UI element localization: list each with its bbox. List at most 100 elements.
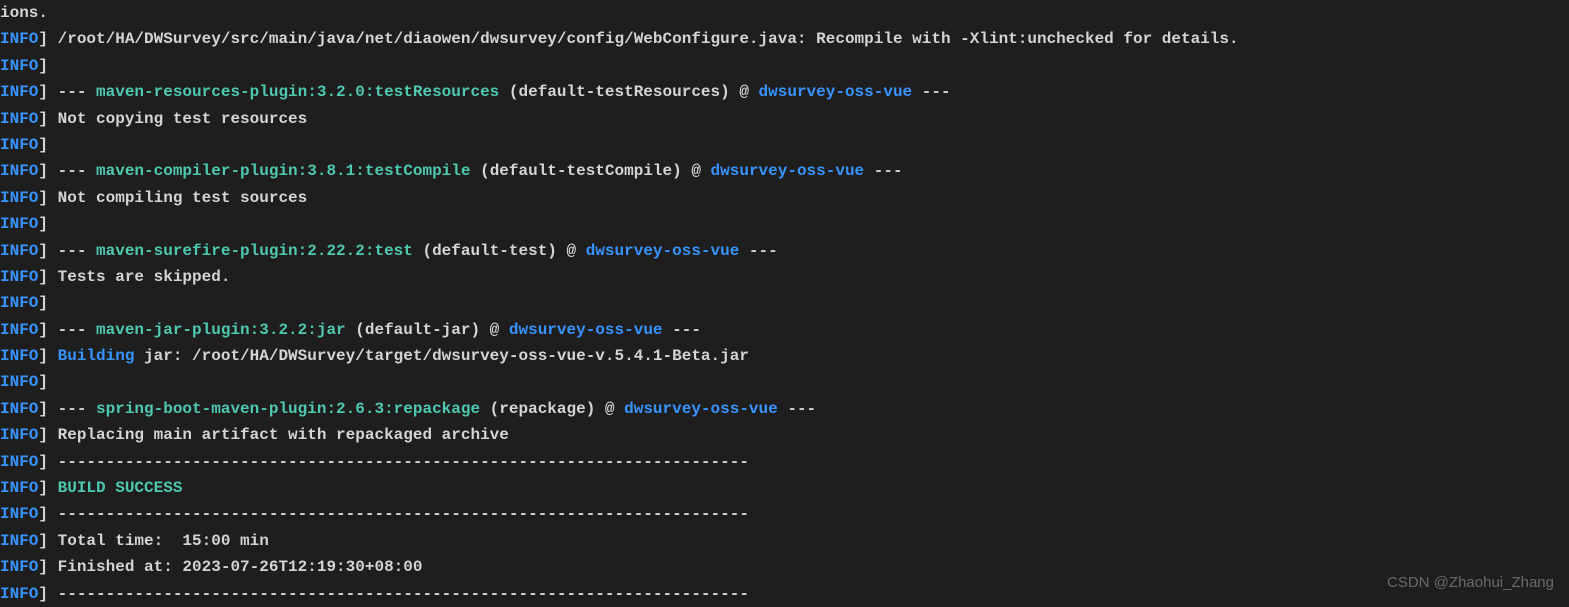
bracket: ] — [38, 426, 57, 444]
total-time: Total time: 15:00 min — [58, 532, 269, 550]
log-level-info: INFO — [0, 479, 38, 497]
log-level-info: INFO — [0, 30, 38, 48]
finished-at: Finished at: 2023-07-26T12:19:30+08:00 — [58, 558, 423, 576]
goal-text: (default-testCompile) @ — [470, 162, 710, 180]
bracket: ] — [38, 136, 48, 154]
dashes: --- — [58, 83, 96, 101]
plugin-name: maven-surefire-plugin:2.22.2:test — [96, 242, 413, 260]
log-line: INFO] — [0, 290, 1569, 316]
log-line: INFO] Building jar: /root/HA/DWSurvey/ta… — [0, 343, 1569, 369]
log-level-info: INFO — [0, 453, 38, 471]
log-line: INFO] — [0, 369, 1569, 395]
log-line: INFO] Not copying test resources — [0, 106, 1569, 132]
log-text: Tests are skipped. — [58, 268, 231, 286]
log-text: Replacing main artifact with repackaged … — [58, 426, 509, 444]
dashes: --- — [663, 321, 701, 339]
plugin-name: maven-jar-plugin:3.2.2:jar — [96, 321, 346, 339]
log-level-info: INFO — [0, 347, 38, 365]
bracket: ] — [38, 294, 48, 312]
log-line: INFO] BUILD SUCCESS — [0, 475, 1569, 501]
log-level-info: INFO — [0, 558, 38, 576]
log-line: INFO] Replacing main artifact with repac… — [0, 422, 1569, 448]
dashes: --- — [739, 242, 777, 260]
log-level-info: INFO — [0, 505, 38, 523]
log-line: INFO] ----------------------------------… — [0, 501, 1569, 527]
log-line: INFO] --- spring-boot-maven-plugin:2.6.3… — [0, 396, 1569, 422]
log-level-info: INFO — [0, 162, 38, 180]
separator: ----------------------------------------… — [58, 505, 749, 523]
log-level-info: INFO — [0, 242, 38, 260]
bracket: ] — [38, 242, 57, 260]
log-line: INFO] --- maven-jar-plugin:3.2.2:jar (de… — [0, 317, 1569, 343]
plugin-name: spring-boot-maven-plugin:2.6.3:repackage — [96, 400, 480, 418]
project-name: dwsurvey-oss-vue — [509, 321, 663, 339]
dashes: --- — [58, 321, 96, 339]
goal-text: (default-test) @ — [413, 242, 586, 260]
log-line: INFO] Tests are skipped. — [0, 264, 1569, 290]
bracket: ] — [38, 83, 57, 101]
log-level-info: INFO — [0, 189, 38, 207]
terminal-output[interactable]: ions. INFO] /root/HA/DWSurvey/src/main/j… — [0, 0, 1569, 607]
bracket: ] — [38, 347, 57, 365]
bracket: ] — [38, 585, 57, 603]
log-level-info: INFO — [0, 294, 38, 312]
log-line: INFO] --- maven-resources-plugin:3.2.0:t… — [0, 79, 1569, 105]
dashes: --- — [58, 242, 96, 260]
goal-text: (default-jar) @ — [346, 321, 509, 339]
dashes: --- — [58, 400, 96, 418]
log-line: INFO] /root/HA/DWSurvey/src/main/java/ne… — [0, 26, 1569, 52]
build-success: BUILD SUCCESS — [58, 479, 183, 497]
bracket: ] — [38, 189, 57, 207]
log-level-info: INFO — [0, 268, 38, 286]
bracket: ] — [38, 30, 57, 48]
bracket: ] — [38, 532, 57, 550]
bracket: ] — [38, 110, 57, 128]
log-level-info: INFO — [0, 83, 38, 101]
dashes: --- — [778, 400, 816, 418]
dashes: --- — [58, 162, 96, 180]
goal-text: (repackage) @ — [480, 400, 624, 418]
log-level-info: INFO — [0, 136, 38, 154]
project-name: dwsurvey-oss-vue — [624, 400, 778, 418]
log-line: INFO] --- maven-surefire-plugin:2.22.2:t… — [0, 238, 1569, 264]
dashes: --- — [864, 162, 902, 180]
log-line: INFO] — [0, 211, 1569, 237]
goal-text: (default-testResources) @ — [499, 83, 758, 101]
bracket: ] — [38, 57, 48, 75]
bracket: ] — [38, 453, 57, 471]
log-level-info: INFO — [0, 585, 38, 603]
log-line: INFO] Finished at: 2023-07-26T12:19:30+0… — [0, 554, 1569, 580]
log-level-info: INFO — [0, 400, 38, 418]
log-level-info: INFO — [0, 321, 38, 339]
log-level-info: INFO — [0, 215, 38, 233]
log-line: ions. — [0, 0, 1569, 26]
log-text: Not compiling test sources — [58, 189, 308, 207]
log-text: ions. — [0, 4, 48, 22]
log-line: INFO] Not compiling test sources — [0, 185, 1569, 211]
project-name: dwsurvey-oss-vue — [759, 83, 913, 101]
log-line: INFO] — [0, 132, 1569, 158]
log-level-info: INFO — [0, 57, 38, 75]
log-level-info: INFO — [0, 373, 38, 391]
bracket: ] — [38, 268, 57, 286]
bracket: ] — [38, 505, 57, 523]
bracket: ] — [38, 558, 57, 576]
log-line: INFO] ----------------------------------… — [0, 581, 1569, 607]
separator: ----------------------------------------… — [58, 585, 749, 603]
bracket: ] — [38, 479, 57, 497]
jar-path: jar: /root/HA/DWSurvey/target/dwsurvey-o… — [134, 347, 749, 365]
dashes: --- — [912, 83, 950, 101]
log-line: INFO] --- maven-compiler-plugin:3.8.1:te… — [0, 158, 1569, 184]
separator: ----------------------------------------… — [58, 453, 749, 471]
log-text: /root/HA/DWSurvey/src/main/java/net/diao… — [58, 30, 1239, 48]
log-line: INFO] ----------------------------------… — [0, 449, 1569, 475]
log-level-info: INFO — [0, 532, 38, 550]
watermark: CSDN @Zhaohui_Zhang — [1387, 571, 1554, 596]
bracket: ] — [38, 215, 48, 233]
log-level-info: INFO — [0, 110, 38, 128]
log-line: INFO] — [0, 53, 1569, 79]
plugin-name: maven-resources-plugin:3.2.0:testResourc… — [96, 83, 499, 101]
plugin-name: maven-compiler-plugin:3.8.1:testCompile — [96, 162, 470, 180]
bracket: ] — [38, 400, 57, 418]
log-line: INFO] Total time: 15:00 min — [0, 528, 1569, 554]
